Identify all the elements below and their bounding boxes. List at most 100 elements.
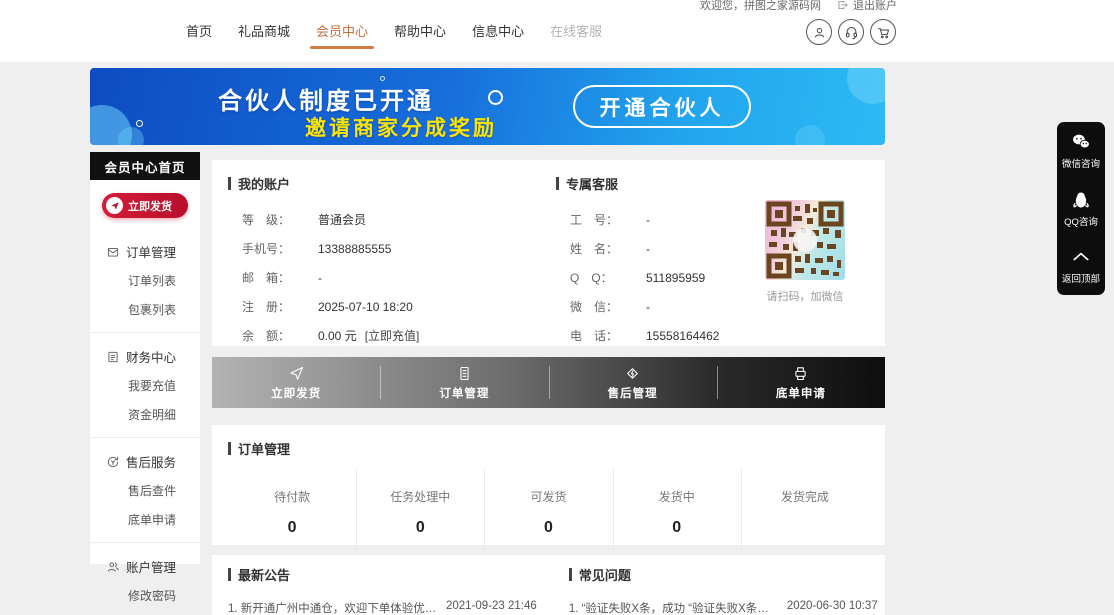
open-partner-button[interactable]: 开通合伙人 — [573, 85, 751, 128]
ship-now-label: 立即发货 — [128, 198, 172, 214]
service-row-phone: 电 话： 15558164462 — [556, 321, 756, 350]
row-value: 普通会员 — [318, 211, 366, 228]
title-bar — [228, 442, 231, 455]
sidebar-group-title: 财务中心 — [126, 347, 176, 366]
stat-shipping[interactable]: 发货中 0 — [613, 474, 741, 548]
nav-online-service[interactable]: 在线客服 — [550, 21, 602, 49]
stat-label: 发货完成 — [741, 488, 869, 505]
main-nav: 首页 礼品商城 会员中心 帮助中心 信息中心 在线客服 — [186, 21, 602, 49]
action-label: 立即发货 — [271, 385, 321, 401]
floating-contact-bar: 微信咨询 QQ咨询 返回顶部 — [1057, 122, 1105, 295]
stat-label: 任务处理中 — [356, 488, 484, 505]
back-to-top-button[interactable]: 返回顶部 — [1062, 247, 1100, 285]
sidebar-item-order-list[interactable]: 订单列表 — [90, 266, 200, 295]
title-bar — [228, 568, 231, 581]
announcement-item[interactable]: 1. 新开通广州中通仓，欢迎下单体验优质... 2021-09-23 21:46 — [228, 600, 537, 615]
action-aftersale-management[interactable]: 售后管理 — [549, 357, 717, 408]
row-label: 微 信： — [570, 298, 628, 315]
row-label: 邮 箱： — [242, 269, 300, 286]
stat-pending-payment[interactable]: 待付款 0 — [228, 474, 356, 548]
header-icons — [806, 19, 896, 45]
row-label: 等 级： — [242, 211, 300, 228]
stat-value: 0 — [613, 519, 741, 538]
banner-bubble — [118, 127, 144, 145]
qr-caption: 请扫码，加微信 — [765, 288, 845, 304]
top-header: 欢迎您，拼图之家源码网 退出账户 首页 礼品商城 会员中心 帮助中心 信息中心 … — [0, 0, 1114, 62]
sidebar-item-finance-center[interactable]: 财务中心 — [90, 342, 200, 371]
stat-value: 0 — [228, 519, 356, 538]
quick-action-bar: 立即发货 订单管理 售后管理 底单申请 — [212, 357, 885, 408]
headset-icon-button[interactable] — [838, 19, 864, 45]
qr-center-logo — [793, 228, 817, 252]
account-row-level: 等 级： 普通会员 — [228, 205, 538, 234]
row-value: - — [646, 242, 650, 256]
refresh-yuan-icon — [106, 455, 120, 469]
sidebar-group-aftersale: 售后服务 售后查件 底单申请 — [90, 437, 200, 542]
sidebar-item-aftersale-check[interactable]: 售后查件 — [90, 476, 200, 505]
welcome-text: 欢迎您，拼图之家源码网 — [700, 0, 821, 13]
float-label: 返回顶部 — [1062, 271, 1100, 285]
topbar: 欢迎您，拼图之家源码网 退出账户 — [700, 0, 897, 13]
stat-ship-complete[interactable]: 发货完成 — [741, 474, 869, 548]
paper-plane-icon — [288, 365, 305, 382]
service-row-name: 姓 名： - — [556, 234, 756, 263]
sidebar-item-member-home[interactable]: 会员中心首页 — [90, 152, 200, 180]
sidebar-item-change-password[interactable]: 修改密码 — [90, 581, 200, 610]
action-order-management[interactable]: 订单管理 — [380, 357, 548, 408]
sidebar-item-fund-details[interactable]: 资金明细 — [90, 400, 200, 429]
account-row-balance: 余 额： 0.00 元 [立即充值] — [228, 321, 538, 350]
stat-task-processing[interactable]: 任务处理中 0 — [356, 474, 484, 548]
float-label: QQ咨询 — [1064, 214, 1098, 228]
nav-info-center[interactable]: 信息中心 — [472, 21, 524, 49]
cart-icon-button[interactable] — [870, 19, 896, 45]
sidebar-group-title: 订单管理 — [126, 242, 176, 261]
order-stats-card: 订单管理 待付款 0 任务处理中 0 可发货 0 发货中 0 发货完成 — [212, 425, 885, 545]
row-value: - — [646, 300, 650, 314]
nav-member-center[interactable]: 会员中心 — [316, 21, 368, 49]
sidebar-item-order-management[interactable]: 订单管理 — [90, 237, 200, 266]
faq-title: 常见问题 — [569, 565, 878, 584]
sidebar-item-receipt-apply[interactable]: 底单申请 — [90, 505, 200, 534]
wechat-consult-button[interactable]: 微信咨询 — [1062, 132, 1100, 170]
sidebar-item-aftersale-service[interactable]: 售后服务 — [90, 447, 200, 476]
row-value: - — [646, 213, 650, 227]
row-label: 注 册： — [242, 298, 300, 315]
my-account-title: 我的账户 — [228, 174, 538, 193]
partner-banner[interactable]: 合伙人制度已开通 邀请商家分成奖励 开通合伙人 — [90, 68, 885, 145]
sidebar-item-account-management[interactable]: 账户管理 — [90, 552, 200, 581]
sidebar-item-package-list[interactable]: 包裹列表 — [90, 295, 200, 324]
banner-subtitle: 邀请商家分成奖励 — [305, 112, 497, 142]
finance-doc-icon — [106, 350, 120, 364]
qq-consult-button[interactable]: QQ咨询 — [1064, 190, 1098, 228]
nav-home[interactable]: 首页 — [186, 21, 212, 49]
banner-bubble — [795, 125, 825, 145]
sidebar-group-orders: 订单管理 订单列表 包裹列表 — [90, 228, 200, 332]
account-card: 我的账户 等 级： 普通会员 手机号： 13388885555 邮 箱： - 注… — [212, 160, 885, 346]
stat-value: 0 — [484, 519, 612, 538]
nav-gift-mall[interactable]: 礼品商城 — [238, 21, 290, 49]
dedicated-service-title: 专属客服 — [556, 174, 756, 193]
page: 欢迎您，拼图之家源码网 退出账户 首页 礼品商城 会员中心 帮助中心 信息中心 … — [0, 0, 1114, 615]
stat-ready-to-ship[interactable]: 可发货 0 — [484, 474, 612, 548]
account-row-register: 注 册： 2025-07-10 18:20 — [228, 292, 538, 321]
recharge-link[interactable]: [立即充值] — [365, 327, 420, 344]
paper-plane-icon — [106, 197, 123, 214]
ship-now-button[interactable]: 立即发货 — [102, 193, 188, 218]
dedicated-service-section: 专属客服 工 号： - 姓 名： - Q Q： 511895959 微 信： - — [556, 174, 756, 350]
sidebar-item-member-profile[interactable]: 会员资料 — [90, 610, 200, 615]
action-receipt-apply[interactable]: 底单申请 — [717, 357, 885, 408]
nav-help-center[interactable]: 帮助中心 — [394, 21, 446, 49]
faq-item[interactable]: 1. “验证失败X条，成功 “验证失败X条，成... 2020-06-30 10… — [569, 600, 878, 615]
sidebar-group-title: 账户管理 — [126, 557, 176, 576]
order-stats-title: 订单管理 — [228, 439, 869, 458]
sidebar-item-recharge[interactable]: 我要充值 — [90, 371, 200, 400]
sidebar-group-finance: 财务中心 我要充值 资金明细 — [90, 332, 200, 437]
envelope-icon — [106, 245, 120, 259]
action-ship-now[interactable]: 立即发货 — [212, 357, 380, 408]
logout-button[interactable]: 退出账户 — [837, 0, 897, 13]
qq-icon — [1071, 190, 1091, 210]
stat-label: 待付款 — [228, 488, 356, 505]
service-row-qq: Q Q： 511895959 — [556, 263, 756, 292]
user-icon-button[interactable] — [806, 19, 832, 45]
stat-label: 发货中 — [613, 488, 741, 505]
